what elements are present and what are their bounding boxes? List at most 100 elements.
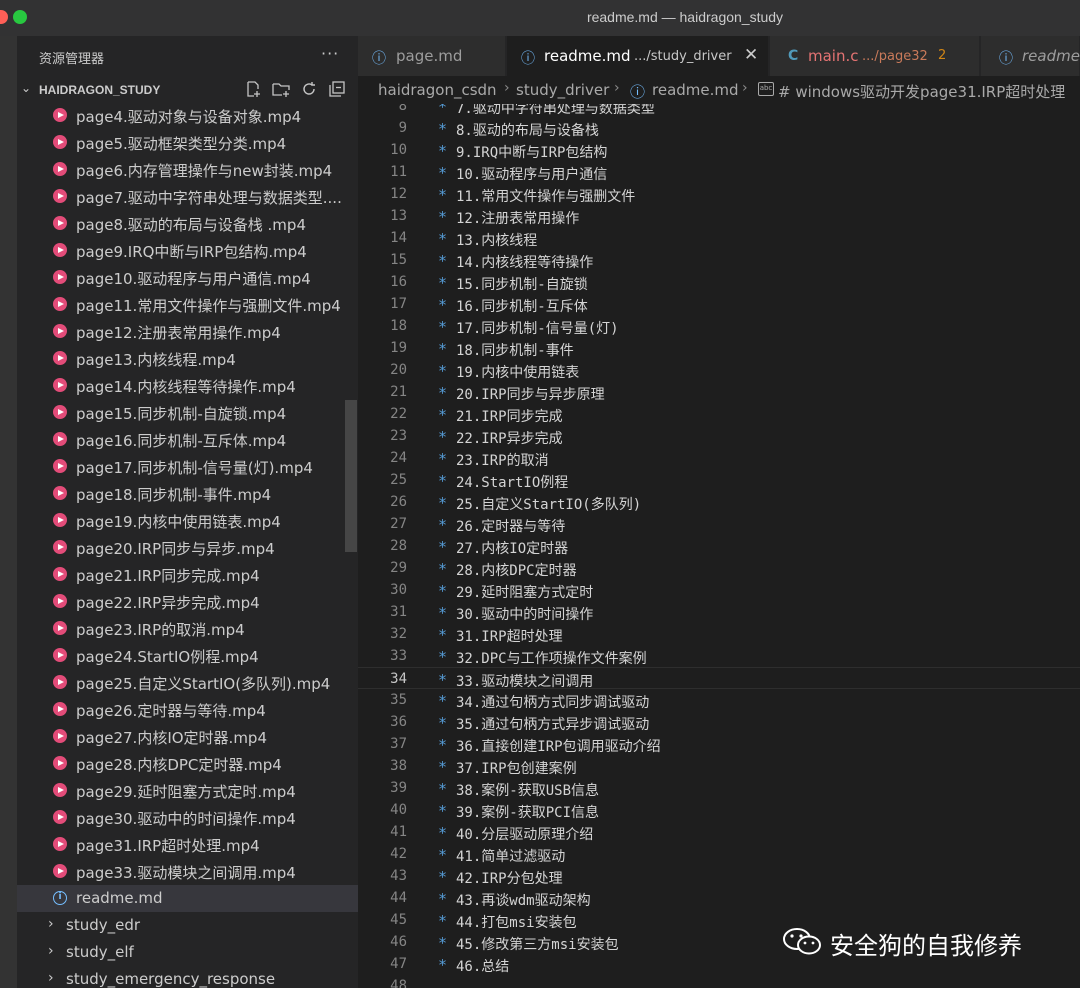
file-item[interactable]: page26.定时器与等待.mp4 <box>17 696 358 723</box>
tab-readme-md[interactable]: ⓘ readme.md .../study_driver ✕ <box>507 36 769 76</box>
code-line[interactable]: 11 * 10.驱动程序与用户通信 <box>358 161 1080 183</box>
code-line[interactable]: 40 * 39.案例-获取PCI信息 <box>358 799 1080 821</box>
code-line[interactable]: 31 * 30.驱动中的时间操作 <box>358 601 1080 623</box>
file-item[interactable]: page31.IRP超时处理.mp4 <box>17 831 358 858</box>
code-line[interactable]: 18 * 17.同步机制-信号量(灯) <box>358 315 1080 337</box>
code-text: 10.驱动程序与用户通信 <box>456 167 608 183</box>
file-item[interactable]: page9.IRQ中断与IRP包结构.mp4 <box>17 237 358 264</box>
file-item[interactable]: page5.驱动框架类型分类.mp4 <box>17 129 358 156</box>
file-item[interactable]: page8.驱动的布局与设备栈 .mp4 <box>17 210 358 237</box>
file-item[interactable]: page6.内存管理操作与new封装.mp4 <box>17 156 358 183</box>
file-item[interactable]: page20.IRP同步与异步.mp4 <box>17 534 358 561</box>
code-line[interactable]: 32 * 31.IRP超时处理 <box>358 623 1080 645</box>
code-line[interactable]: 42 * 41.简单过滤驱动 <box>358 843 1080 865</box>
close-icon[interactable]: ✕ <box>744 45 758 65</box>
more-actions-icon[interactable]: ··· <box>321 44 339 63</box>
code-line[interactable]: 30 * 29.延时阻塞方式定时 <box>358 579 1080 601</box>
code-line[interactable]: 16 * 15.同步机制-自旋锁 <box>358 271 1080 293</box>
refresh-icon[interactable] <box>299 79 319 99</box>
code-line[interactable]: 26 * 25.自定义StartIO(多队列) <box>358 491 1080 513</box>
tab-page-md[interactable]: ⓘ page.md <box>358 36 506 76</box>
code-line[interactable]: 13 * 12.注册表常用操作 <box>358 205 1080 227</box>
code-line[interactable]: 23 * 22.IRP异步完成 <box>358 425 1080 447</box>
code-line[interactable]: 19 * 18.同步机制-事件 <box>358 337 1080 359</box>
code-line[interactable]: 17 * 16.同步机制-互斥体 <box>358 293 1080 315</box>
file-item[interactable]: page7.驱动中字符串处理与数据类型.... <box>17 183 358 210</box>
file-item[interactable]: page30.驱动中的时间操作.mp4 <box>17 804 358 831</box>
code-line[interactable]: 33 * 32.DPC与工作项操作文件案例 <box>358 645 1080 667</box>
code-line[interactable]: 41 * 40.分层驱动原理介绍 <box>358 821 1080 843</box>
code-line[interactable]: 22 * 21.IRP同步完成 <box>358 403 1080 425</box>
chevron-down-icon: ⌄ <box>21 81 32 95</box>
file-item[interactable]: page12.注册表常用操作.mp4 <box>17 318 358 345</box>
code-line[interactable]: 34 * 33.驱动模块之间调用 <box>358 667 1080 690</box>
file-item[interactable]: page17.同步机制-信号量(灯).mp4 <box>17 453 358 480</box>
code-text: 24.StartIO例程 <box>456 475 569 491</box>
line-number: 33 <box>390 648 407 664</box>
file-item[interactable]: page18.同步机制-事件.mp4 <box>17 480 358 507</box>
line-number: 9 <box>398 120 407 136</box>
file-item[interactable]: page24.StartIO例程.mp4 <box>17 642 358 669</box>
file-item[interactable]: page14.内核线程等待操作.mp4 <box>17 372 358 399</box>
info-icon: ⓘ <box>372 51 386 67</box>
file-item[interactable]: page11.常用文件操作与强删文件.mp4 <box>17 291 358 318</box>
sidebar-scrollbar[interactable] <box>345 400 357 552</box>
file-item[interactable]: page10.驱动程序与用户通信.mp4 <box>17 264 358 291</box>
folder-item[interactable]: › study_edr <box>17 912 358 939</box>
file-item[interactable]: page22.IRP异步完成.mp4 <box>17 588 358 615</box>
file-item[interactable]: page16.同步机制-互斥体.mp4 <box>17 426 358 453</box>
code-line[interactable]: 37 * 36.直接创建IRP包调用驱动介绍 <box>358 733 1080 755</box>
code-line[interactable]: 35 * 34.通过句柄方式同步调试驱动 <box>358 689 1080 711</box>
file-item[interactable]: page13.内核线程.mp4 <box>17 345 358 372</box>
breadcrumb-item-file[interactable]: readme.md <box>652 81 739 99</box>
line-number: 40 <box>390 802 407 818</box>
file-item[interactable]: page23.IRP的取消.mp4 <box>17 615 358 642</box>
code-line[interactable]: 12 * 11.常用文件操作与强删文件 <box>358 183 1080 205</box>
file-item[interactable]: page33.驱动模块之间调用.mp4 <box>17 858 358 885</box>
code-line[interactable]: 15 * 14.内核线程等待操作 <box>358 249 1080 271</box>
code-line[interactable]: 10 * 9.IRQ中断与IRP包结构 <box>358 139 1080 161</box>
list-bullet: * <box>438 230 448 248</box>
code-line[interactable]: 14 * 13.内核线程 <box>358 227 1080 249</box>
workspace-folder-header[interactable]: ⌄ HAIDRAGON_STUDY <box>17 76 358 104</box>
new-folder-icon[interactable] <box>271 79 291 99</box>
tab-main-c[interactable]: C main.c .../page32 2 <box>770 36 980 76</box>
breadcrumb-item-root[interactable]: haidragon_csdn <box>378 81 497 99</box>
line-number: 24 <box>390 450 407 466</box>
code-line[interactable]: 36 * 35.通过句柄方式异步调试驱动 <box>358 711 1080 733</box>
folder-item[interactable]: › study_emergency_response <box>17 966 358 988</box>
code-line[interactable]: 25 * 24.StartIO例程 <box>358 469 1080 491</box>
file-item[interactable]: page28.内核DPC定时器.mp4 <box>17 750 358 777</box>
video-file-icon <box>53 540 67 554</box>
file-item-label: page19.内核中使用链表.mp4 <box>76 513 281 531</box>
collapse-all-icon[interactable] <box>327 79 347 99</box>
code-line[interactable]: 20 * 19.内核中使用链表 <box>358 359 1080 381</box>
file-item[interactable]: page4.驱动对象与设备对象.mp4 <box>17 102 358 129</box>
code-line[interactable]: 27 * 26.定时器与等待 <box>358 513 1080 535</box>
code-line[interactable]: 29 * 28.内核DPC定时器 <box>358 557 1080 579</box>
file-item-readme[interactable]: i readme.md <box>17 885 358 912</box>
breadcrumb-item-folder[interactable]: study_driver <box>516 81 609 99</box>
file-item[interactable]: page15.同步机制-自旋锁.mp4 <box>17 399 358 426</box>
code-line[interactable]: 48 <box>358 975 1080 988</box>
file-item[interactable]: page29.延时阻塞方式定时.mp4 <box>17 777 358 804</box>
editor-area[interactable]: 8 * 7.驱动中字符串处理与数据类型 9 * 8.驱动的布局与设备栈 10 * 9.IRQ中断… <box>358 104 1080 988</box>
new-file-icon[interactable] <box>243 79 263 99</box>
code-line[interactable]: 43 * 42.IRP分包处理 <box>358 865 1080 887</box>
code-line[interactable]: 8 * 7.驱动中字符串处理与数据类型 <box>358 104 1080 117</box>
code-line[interactable]: 38 * 37.IRP包创建案例 <box>358 755 1080 777</box>
breadcrumb-item-heading[interactable]: # windows驱动开发page31.IRP超时处理 <box>778 81 1065 102</box>
file-item[interactable]: page19.内核中使用链表.mp4 <box>17 507 358 534</box>
file-item[interactable]: page25.自定义StartIO(多队列).mp4 <box>17 669 358 696</box>
code-line[interactable]: 9 * 8.驱动的布局与设备栈 <box>358 117 1080 139</box>
folder-item[interactable]: › study_elf <box>17 939 358 966</box>
code-line[interactable]: 24 * 23.IRP的取消 <box>358 447 1080 469</box>
file-item[interactable]: page27.内核IO定时器.mp4 <box>17 723 358 750</box>
file-item[interactable]: page21.IRP同步完成.mp4 <box>17 561 358 588</box>
code-line[interactable]: 39 * 38.案例-获取USB信息 <box>358 777 1080 799</box>
code-line[interactable]: 28 * 27.内核IO定时器 <box>358 535 1080 557</box>
code-line[interactable]: 44 * 43.再谈wdm驱动架构 <box>358 887 1080 909</box>
tab-readme-other[interactable]: ⓘ readme. <box>981 36 1080 76</box>
video-file-icon <box>53 864 67 878</box>
code-line[interactable]: 21 * 20.IRP同步与异步原理 <box>358 381 1080 403</box>
